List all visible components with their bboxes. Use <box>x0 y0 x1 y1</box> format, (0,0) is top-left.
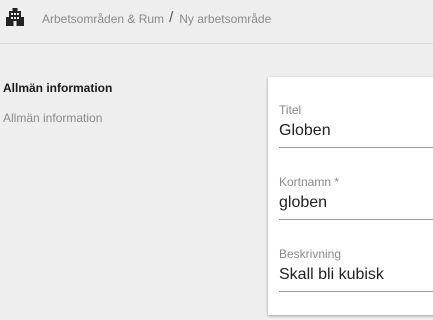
title-label: Titel <box>279 103 302 117</box>
description-field: Beskrivning <box>279 247 433 292</box>
description-input[interactable] <box>279 265 433 292</box>
shortname-input[interactable] <box>279 193 433 220</box>
building-icon <box>6 8 24 26</box>
section-title: Allmän information <box>3 81 113 95</box>
breadcrumb-separator: / <box>169 9 174 26</box>
shortname-field: Kortnamn * <box>279 175 433 220</box>
section-subtitle: Allmän information <box>3 111 103 125</box>
breadcrumb-link-workspaces[interactable]: Arbetsområden & Rum <box>42 12 164 26</box>
description-label: Beskrivning <box>279 247 342 261</box>
shortname-label: Kortnamn * <box>279 175 340 189</box>
page: Arbetsområden & Rum / Ny arbetsområde Al… <box>0 0 433 320</box>
header-bar: Arbetsområden & Rum / Ny arbetsområde <box>0 0 433 44</box>
title-input[interactable] <box>279 121 433 148</box>
breadcrumb-current: Ny arbetsområde <box>179 11 272 26</box>
breadcrumb: Arbetsområden & Rum / Ny arbetsområde <box>42 9 272 27</box>
form-card: Titel Kortnamn * Beskrivning <box>268 77 433 315</box>
title-field: Titel <box>279 103 433 148</box>
